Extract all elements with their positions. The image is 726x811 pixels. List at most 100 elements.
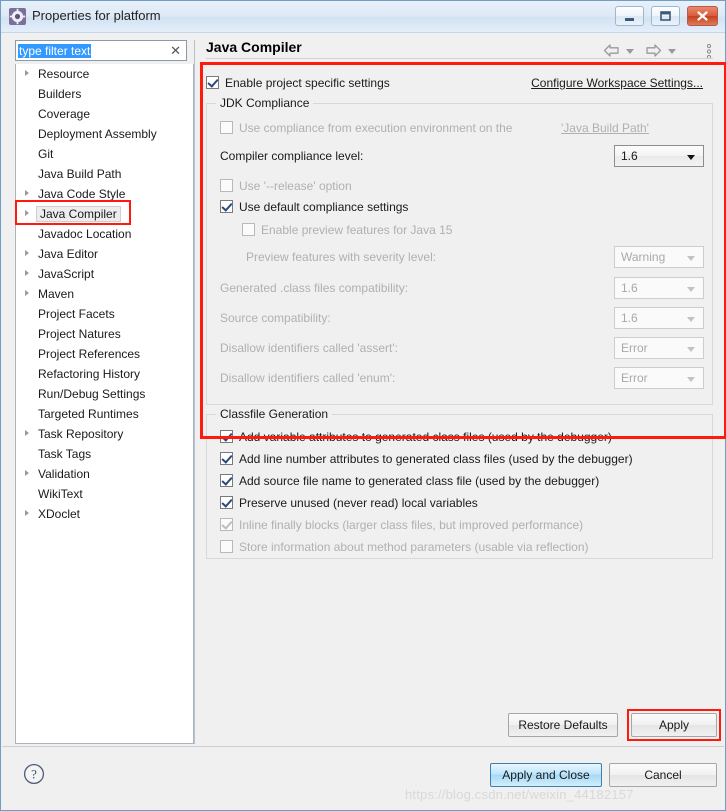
sidebar-item-maven[interactable]: Maven <box>16 284 193 304</box>
chevron-right-icon <box>25 250 29 256</box>
footer-divider <box>2 746 724 747</box>
cancel-button[interactable]: Cancel <box>609 763 717 787</box>
use-default-compliance-label: Use default compliance settings <box>239 200 409 214</box>
use-release-option-label: Use '--release' option <box>239 179 352 193</box>
sidebar-item-git[interactable]: Git <box>16 144 193 164</box>
source-compat-select[interactable]: 1.6 <box>614 307 704 329</box>
compiler-compliance-level-row: Compiler compliance level: 1.6 <box>216 145 704 169</box>
preserve-unused-locals-checkbox[interactable] <box>220 496 233 509</box>
add-source-file-name-checkbox[interactable] <box>220 474 233 487</box>
sidebar-item-label: XDoclet <box>38 507 81 521</box>
sidebar-item-label: Coverage <box>38 107 91 121</box>
sidebar-item-java-compiler[interactable]: Java Compiler <box>16 204 193 224</box>
sidebar-item-wikitext[interactable]: WikiText <box>16 484 193 504</box>
sidebar-item-xdoclet[interactable]: XDoclet <box>16 504 193 524</box>
sidebar-item-label: Refactoring History <box>38 367 141 381</box>
disallow-enum-value: Error <box>621 371 648 385</box>
enable-project-specific-label: Enable project specific settings <box>225 76 390 90</box>
inline-finally-blocks-checkbox[interactable] <box>220 518 233 531</box>
sidebar-item-label: Java Code Style <box>38 187 126 201</box>
sidebar-item-label: Java Compiler <box>36 206 121 222</box>
class-files-compat-select[interactable]: 1.6 <box>614 277 704 299</box>
sidebar-item-deployment-assembly[interactable]: Deployment Assembly <box>16 124 193 144</box>
compiler-compliance-level-value: 1.6 <box>621 149 638 163</box>
chevron-down-icon[interactable] <box>626 49 634 54</box>
use-default-compliance-checkbox[interactable] <box>220 200 233 213</box>
chevron-right-icon <box>25 210 29 216</box>
sidebar-item-run-debug-settings[interactable]: Run/Debug Settings <box>16 384 193 404</box>
disallow-assert-label: Disallow identifiers called 'assert': <box>220 341 398 355</box>
search-input[interactable]: type filter text <box>18 44 92 58</box>
class-files-compat-value: 1.6 <box>621 281 638 295</box>
sidebar-item-java-editor[interactable]: Java Editor <box>16 244 193 264</box>
use-compliance-from-ee-checkbox[interactable] <box>220 121 233 134</box>
add-line-number-attributes-label: Add line number attributes to generated … <box>239 452 633 466</box>
sidebar-item-label: JavaScript <box>38 267 95 281</box>
settings-tree[interactable]: Resource Builders Coverage Deployment As… <box>15 64 194 744</box>
apply-and-close-label: Apply and Close <box>502 768 590 782</box>
jdk-compliance-group: JDK Compliance Use compliance from execu… <box>206 96 713 405</box>
sidebar-item-label: Resource <box>38 67 90 81</box>
gear-icon <box>9 8 26 25</box>
sidebar-item-label: Targeted Runtimes <box>38 407 139 421</box>
chevron-down-icon <box>687 347 695 352</box>
compiler-compliance-level-label: Compiler compliance level: <box>220 149 364 163</box>
configure-workspace-settings-link[interactable]: Configure Workspace Settings... <box>531 73 703 93</box>
classfile-generation-group: Classfile Generation Add variable attrib… <box>206 407 713 559</box>
sidebar-item-validation[interactable]: Validation <box>16 464 193 484</box>
sidebar-item-javadoc-location[interactable]: Javadoc Location <box>16 224 193 244</box>
source-compat-row: Source compatibility: 1.6 <box>216 307 704 331</box>
add-line-number-attributes-checkbox[interactable] <box>220 452 233 465</box>
apply-button[interactable]: Apply <box>631 713 717 737</box>
store-method-parameters-checkbox[interactable] <box>220 540 233 553</box>
java-build-path-link[interactable]: 'Java Build Path' <box>561 118 649 138</box>
enable-preview-features-checkbox[interactable] <box>242 223 255 236</box>
preserve-unused-locals-label: Preserve unused (never read) local varia… <box>239 496 478 510</box>
sidebar-item-label: Builders <box>38 87 82 101</box>
page-title: Java Compiler <box>206 39 302 55</box>
minimize-button[interactable] <box>615 6 644 26</box>
sidebar-item-java-build-path[interactable]: Java Build Path <box>16 164 193 184</box>
disallow-assert-select[interactable]: Error <box>614 337 704 359</box>
maximize-button[interactable] <box>651 6 680 26</box>
chevron-right-icon <box>25 510 29 516</box>
sidebar-item-project-natures[interactable]: Project Natures <box>16 324 193 344</box>
sidebar-item-project-references[interactable]: Project References <box>16 344 193 364</box>
sidebar-item-refactoring-history[interactable]: Refactoring History <box>16 364 193 384</box>
filter-input-box[interactable]: type filter text ✕ <box>15 40 187 61</box>
watermark: https://blog.csdn.net/weixin_44182157 <box>405 787 634 802</box>
classfile-option-row: Add source file name to generated class … <box>216 471 704 495</box>
help-icon[interactable]: ? <box>23 763 45 788</box>
view-menu-icon[interactable] <box>705 43 713 63</box>
sidebar-item-task-repository[interactable]: Task Repository <box>16 424 193 444</box>
chevron-down-icon[interactable] <box>668 49 676 54</box>
disallow-assert-row: Disallow identifiers called 'assert': Er… <box>216 337 704 361</box>
close-button[interactable] <box>687 6 718 26</box>
title-bar: Properties for platform <box>1 1 725 33</box>
clear-icon[interactable]: ✕ <box>170 43 181 59</box>
add-variable-attributes-checkbox[interactable] <box>220 430 233 443</box>
preview-severity-select[interactable]: Warning <box>614 246 704 268</box>
sidebar-item-java-code-style[interactable]: Java Code Style <box>16 184 193 204</box>
restore-defaults-button[interactable]: Restore Defaults <box>508 713 618 737</box>
sidebar-item-project-facets[interactable]: Project Facets <box>16 304 193 324</box>
enable-preview-features-label: Enable preview features for Java 15 <box>261 223 453 237</box>
compiler-compliance-level-select[interactable]: 1.6 <box>614 145 704 167</box>
sidebar-item-coverage[interactable]: Coverage <box>16 104 193 124</box>
apply-label: Apply <box>658 718 690 732</box>
sidebar-item-label: Javadoc Location <box>38 227 132 241</box>
use-release-option-checkbox[interactable] <box>220 179 233 192</box>
sidebar-item-resource[interactable]: Resource <box>16 64 193 84</box>
disallow-enum-select[interactable]: Error <box>614 367 704 389</box>
sidebar-item-targeted-runtimes[interactable]: Targeted Runtimes <box>16 404 193 424</box>
enable-project-specific-checkbox[interactable] <box>206 76 219 89</box>
sidebar-item-task-tags[interactable]: Task Tags <box>16 444 193 464</box>
chevron-down-icon <box>687 256 695 261</box>
disallow-enum-label: Disallow identifiers called 'enum': <box>220 371 396 385</box>
apply-and-close-button[interactable]: Apply and Close <box>490 763 602 787</box>
sidebar-item-javascript[interactable]: JavaScript <box>16 264 193 284</box>
sidebar-item-builders[interactable]: Builders <box>16 84 193 104</box>
properties-dialog: Properties for platform type filter text… <box>0 0 726 811</box>
chevron-down-icon <box>687 317 695 322</box>
sidebar-item-label: Project Facets <box>38 307 115 321</box>
